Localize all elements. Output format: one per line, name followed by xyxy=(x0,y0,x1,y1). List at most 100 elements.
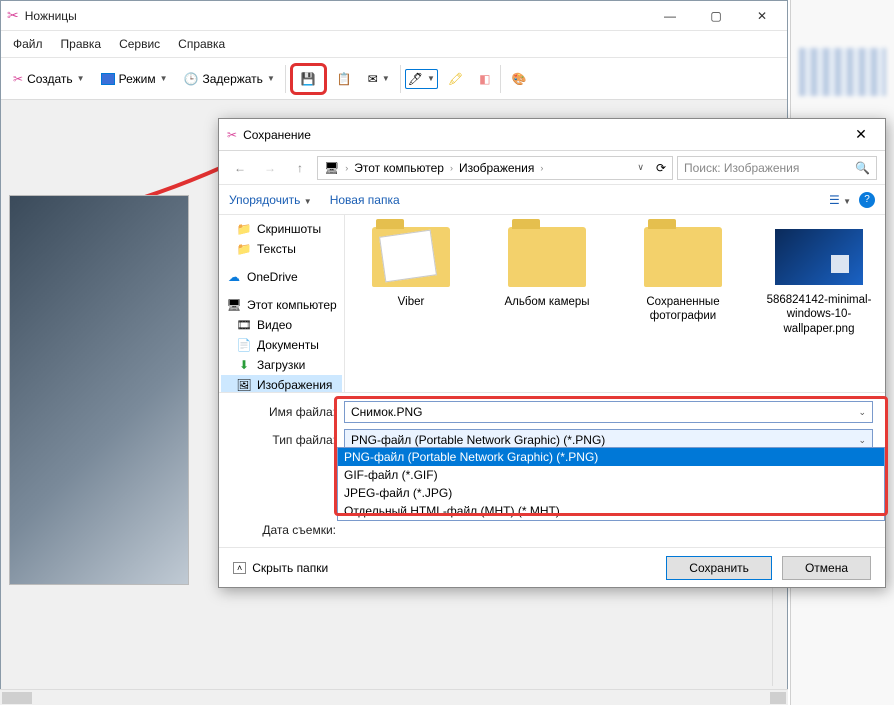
scissors-icon: ✂ xyxy=(13,72,23,86)
tree-images[interactable]: 🖼Изображения xyxy=(221,375,342,392)
tree-this-pc[interactable]: 🖥Этот компьютер xyxy=(221,295,342,315)
filetype-option[interactable]: PNG-файл (Portable Network Graphic) (*.P… xyxy=(338,448,884,466)
mode-icon xyxy=(101,73,115,85)
breadcrumb-dropdown[interactable]: ∨ xyxy=(637,162,644,173)
chevron-right-icon: › xyxy=(345,163,348,173)
file-label: Viber xyxy=(357,295,465,309)
eraser-button[interactable]: ◧ xyxy=(473,68,496,90)
download-icon: ⬇ xyxy=(237,358,251,372)
chevron-down-icon[interactable]: ▼ xyxy=(77,74,85,83)
envelope-icon: ✉ xyxy=(368,72,378,86)
image-icon: 🖼 xyxy=(237,378,251,392)
file-label: 586824142-minimal-windows-10-wallpaper.p… xyxy=(765,293,873,336)
highlighter-icon: 🖍 xyxy=(448,72,463,86)
title-bar: ✂ Ножницы — ▢ ✕ xyxy=(1,1,787,31)
organize-button[interactable]: Упорядочить ▼ xyxy=(229,193,312,207)
menu-file[interactable]: Файл xyxy=(5,33,51,55)
menu-service[interactable]: Сервис xyxy=(111,33,168,55)
view-button[interactable]: ☰ ▼ xyxy=(829,193,851,207)
maximize-button[interactable]: ▢ xyxy=(693,1,739,31)
dialog-title: Сохранение xyxy=(243,128,841,142)
send-button[interactable]: ✉▼ xyxy=(362,68,396,90)
save-button-highlight: 💾 xyxy=(290,63,327,95)
forward-button[interactable]: → xyxy=(257,155,283,181)
mode-button[interactable]: Режим ▼ xyxy=(95,68,174,90)
search-placeholder: Поиск: Изображения xyxy=(684,161,799,175)
folder-item[interactable]: Сохраненные фотографии xyxy=(629,227,737,324)
scissors-icon: ✂ xyxy=(227,128,237,142)
folder-icon xyxy=(372,227,450,287)
chevron-down-icon[interactable]: ▼ xyxy=(382,74,390,83)
breadcrumb-root[interactable]: Этот компьютер xyxy=(354,161,444,175)
tree-onedrive[interactable]: ☁OneDrive xyxy=(221,267,342,287)
save-confirm-button[interactable]: Сохранить xyxy=(666,556,772,580)
chevron-down-icon: ▼ xyxy=(304,197,312,206)
back-button[interactable]: ← xyxy=(227,155,253,181)
close-button[interactable]: ✕ xyxy=(739,1,785,31)
paint3d-button[interactable]: 🎨 xyxy=(505,68,532,90)
new-folder-button[interactable]: Новая папка xyxy=(330,193,400,207)
tree-texts[interactable]: 📁Тексты xyxy=(221,239,342,259)
save-button[interactable]: 💾 xyxy=(295,68,322,90)
nav-tree: 📁Скриншоты 📁Тексты ☁OneDrive 🖥Этот компь… xyxy=(219,215,345,392)
tree-downloads[interactable]: ⬇Загрузки xyxy=(221,355,342,375)
search-input[interactable]: Поиск: Изображения 🔍 xyxy=(677,156,877,180)
copy-icon: 📋 xyxy=(337,72,352,86)
dialog-close-button[interactable]: ✕ xyxy=(841,126,881,143)
copy-button[interactable]: 📋 xyxy=(331,68,358,90)
new-snip-button[interactable]: ✂ Создать ▼ xyxy=(7,68,91,90)
chevron-down-icon[interactable]: ⌄ xyxy=(858,435,866,446)
menu-edit[interactable]: Правка xyxy=(53,33,110,55)
refresh-button[interactable]: ⟳ xyxy=(656,161,666,175)
chevron-down-icon[interactable]: ▼ xyxy=(267,74,275,83)
delay-button[interactable]: 🕒 Задержать ▼ xyxy=(178,68,281,90)
pen-button[interactable]: 🖊▼ xyxy=(405,69,438,89)
tree-video[interactable]: 🎞Видео xyxy=(221,315,342,335)
highlighter-button[interactable]: 🖍 xyxy=(442,68,469,90)
filename-input[interactable]: Снимок.PNG ⌄ xyxy=(344,401,873,423)
breadcrumb-folder[interactable]: Изображения xyxy=(459,161,534,175)
monitor-icon: 🖥 xyxy=(324,161,339,175)
folder-item[interactable]: Альбом камеры xyxy=(493,227,601,309)
monitor-icon: 🖥 xyxy=(227,298,241,312)
date-taken-label: Дата съемки: xyxy=(231,523,336,537)
up-button[interactable]: ↑ xyxy=(287,155,313,181)
filetype-label: Тип файла: xyxy=(231,433,336,447)
dialog-toolbar: Упорядочить ▼ Новая папка ☰ ▼ ? xyxy=(219,185,885,215)
image-item[interactable]: 586824142-minimal-windows-10-wallpaper.p… xyxy=(765,227,873,336)
filetype-option[interactable]: GIF-файл (*.GIF) xyxy=(338,466,884,484)
cloud-icon: ☁ xyxy=(227,270,241,284)
pen-icon: 🖊 xyxy=(408,72,423,86)
clock-icon: 🕒 xyxy=(184,72,199,86)
filename-label: Имя файла: xyxy=(231,405,336,419)
save-dialog: ✂ Сохранение ✕ ← → ↑ 🖥 › Этот компьютер … xyxy=(218,118,886,588)
hide-folders-button[interactable]: ˄ Скрыть папки xyxy=(233,561,656,575)
horizontal-scrollbar[interactable] xyxy=(0,689,788,705)
image-thumbnail xyxy=(775,229,863,285)
folder-item[interactable]: Viber xyxy=(357,227,465,309)
dialog-body: 📁Скриншоты 📁Тексты ☁OneDrive 🖥Этот компь… xyxy=(219,215,885,392)
chevron-down-icon[interactable]: ▼ xyxy=(160,74,168,83)
help-icon[interactable]: ? xyxy=(859,192,875,208)
tree-documents[interactable]: 📄Документы xyxy=(221,335,342,355)
folder-icon xyxy=(508,227,586,287)
dialog-titlebar: ✂ Сохранение ✕ xyxy=(219,119,885,151)
window-title: Ножницы xyxy=(25,9,647,23)
chevron-down-icon[interactable]: ⌄ xyxy=(858,407,866,418)
eraser-icon: ◧ xyxy=(479,72,490,86)
breadcrumb[interactable]: 🖥 › Этот компьютер › Изображения › ∨ ⟳ xyxy=(317,156,673,180)
filetype-option[interactable]: JPEG-файл (*.JPG) xyxy=(338,484,884,502)
menu-help[interactable]: Справка xyxy=(170,33,233,55)
dialog-form: Имя файла: Снимок.PNG ⌄ Тип файла: PNG-ф… xyxy=(219,392,885,547)
file-list[interactable]: Viber Альбом камеры Сохраненные фотограф… xyxy=(345,215,885,392)
minimize-button[interactable]: — xyxy=(647,1,693,31)
paint3d-icon: 🎨 xyxy=(511,72,526,86)
new-label: Создать xyxy=(27,72,73,86)
filetype-option[interactable]: Отдельный HTML-файл (MHT) (*.MHT) xyxy=(338,502,884,520)
tree-screenshots[interactable]: 📁Скриншоты xyxy=(221,219,342,239)
chevron-down-icon[interactable]: ▼ xyxy=(427,74,435,83)
folder-icon xyxy=(644,227,722,287)
file-label: Сохраненные фотографии xyxy=(629,295,737,324)
cancel-button[interactable]: Отмена xyxy=(782,556,871,580)
filetype-dropdown: PNG-файл (Portable Network Graphic) (*.P… xyxy=(337,447,885,521)
